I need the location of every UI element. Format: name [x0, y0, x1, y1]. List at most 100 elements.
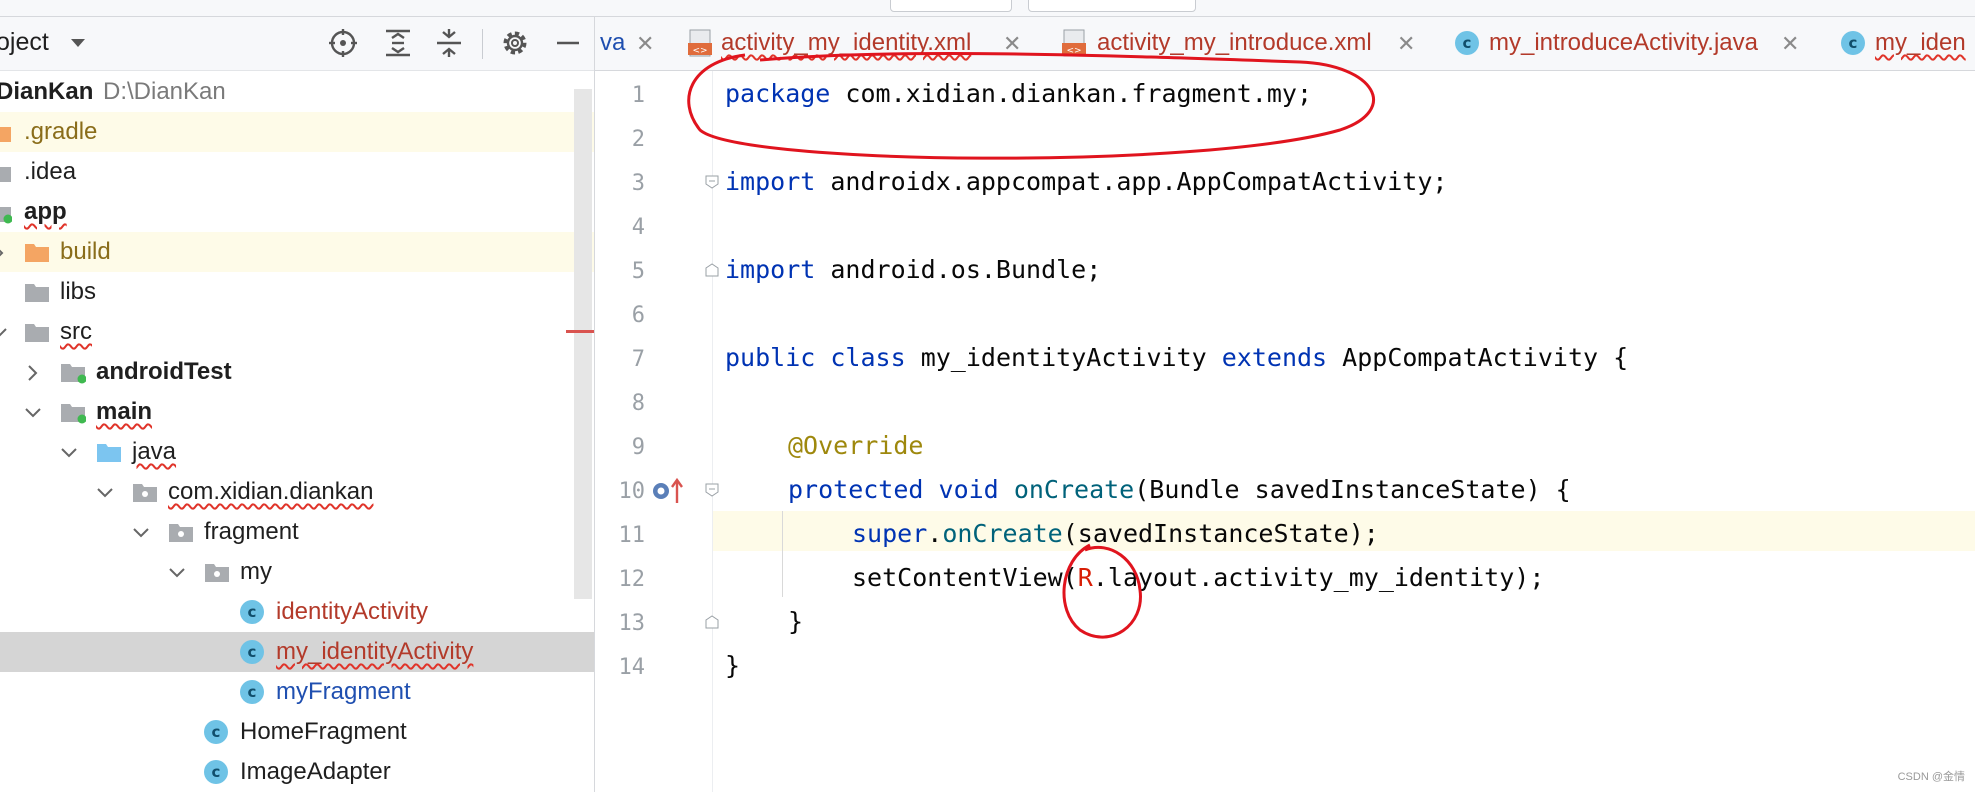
tree-item-my[interactable]: my: [0, 552, 594, 592]
tree-item-label: fragment: [204, 518, 299, 545]
indent-guide: [782, 511, 783, 597]
tree-item-package[interactable]: com.xidian.diankan: [0, 472, 594, 512]
code-line[interactable]: import androidx.appcompat.app.AppCompatA…: [725, 167, 1447, 196]
chevron-right-icon[interactable]: [24, 364, 42, 382]
root-name: DianKan: [0, 78, 94, 105]
toolbar-widget[interactable]: [890, 0, 1012, 12]
keyword: package: [725, 79, 831, 108]
chevron-down-icon[interactable]: [168, 564, 186, 582]
line-number: 7: [631, 347, 645, 372]
tree-item-label: .gradle: [24, 118, 98, 145]
tree-item-imageadapter[interactable]: c ImageAdapter: [0, 752, 594, 792]
code-line[interactable]: }: [725, 651, 740, 680]
tree-item-src[interactable]: src: [0, 312, 594, 352]
code-text: androidx.appcompat.app.AppCompatActivity…: [815, 167, 1448, 196]
code-line[interactable]: setContentView(R.layout.activity_my_iden…: [852, 563, 1544, 592]
chevron-down-icon[interactable]: [24, 404, 42, 422]
tree-item-gradle[interactable]: .gradle: [0, 112, 594, 152]
tab-java-partial[interactable]: va ✕: [600, 17, 660, 70]
package-icon: [133, 484, 157, 502]
code-line[interactable]: protected void onCreate(Bundle savedInst…: [788, 475, 1571, 504]
code-text: }: [725, 651, 741, 680]
code-text: setContentView(: [852, 563, 1078, 592]
code-line[interactable]: public class my_identityActivity extends…: [725, 343, 1628, 372]
tree-item-label: my: [240, 558, 272, 585]
tree-root[interactable]: DianKan D:\DianKan: [0, 72, 594, 112]
fold-marker-icon[interactable]: [705, 263, 719, 277]
method-name: onCreate: [942, 519, 1063, 548]
unresolved-r-reference: R: [1077, 563, 1093, 592]
project-panel-header: oject: [0, 17, 594, 71]
tab-activity-my-identity-xml[interactable]: <> activity_my_identity.xml ✕: [687, 17, 1057, 70]
fold-marker-icon[interactable]: [705, 175, 719, 189]
tree-item-label: ImageAdapter: [240, 758, 391, 785]
tab-activity-my-introduce-xml[interactable]: <> activity_my_introduce.xml ✕: [1061, 17, 1445, 70]
project-panel-title[interactable]: oject: [0, 28, 49, 57]
line-number: 12: [618, 567, 646, 592]
class-name: my_identityActivity: [920, 343, 1207, 372]
annotation: @Override: [788, 431, 924, 460]
tree-item-app[interactable]: app: [0, 192, 594, 232]
tree-item-fragment[interactable]: fragment: [0, 512, 594, 552]
code-line[interactable]: import android.os.Bundle;: [725, 255, 1101, 284]
keyword: void: [938, 475, 999, 504]
close-icon[interactable]: ✕: [1781, 31, 1799, 57]
folder-icon: [25, 284, 49, 302]
tab-label: activity_my_introduce.xml: [1097, 29, 1372, 56]
chevron-down-icon[interactable]: [0, 324, 8, 342]
tab-my-identityactivity-active[interactable]: c my_iden: [1827, 17, 1975, 70]
minimize-icon[interactable]: [553, 28, 583, 58]
override-method-icon[interactable]: [651, 477, 685, 505]
code-line[interactable]: super.onCreate(savedInstanceState);: [852, 519, 1379, 548]
line-number: 4: [631, 215, 645, 240]
tree-item-my-identityactivity[interactable]: c my_identityActivity: [0, 632, 594, 672]
code-text: android.os.Bundle;: [815, 255, 1102, 284]
chevron-down-icon[interactable]: [132, 524, 150, 542]
tree-item-label: androidTest: [96, 358, 232, 385]
keyword: class: [830, 343, 906, 372]
chevron-down-icon[interactable]: [70, 35, 86, 51]
tree-item-myfragment[interactable]: c myFragment: [0, 672, 594, 712]
line-number: 6: [631, 303, 645, 328]
tree-item-identityactivity[interactable]: c identityActivity: [0, 592, 594, 632]
tree-item-main[interactable]: main: [0, 392, 594, 432]
package-icon: [169, 524, 193, 542]
gear-icon[interactable]: [500, 28, 530, 58]
tree-item-java[interactable]: java: [0, 432, 594, 472]
code-editor[interactable]: 1 2 3 4 5 6 7 8 9 10 11 12 13 14 package…: [595, 71, 1975, 792]
chevron-right-icon[interactable]: [0, 244, 8, 262]
code-line[interactable]: package com.xidian.diankan.fragment.my;: [725, 79, 1312, 108]
code-line[interactable]: @Override: [788, 431, 923, 460]
tab-my-introduceactivity-java[interactable]: c my_introduceActivity.java ✕: [1455, 17, 1815, 70]
collapse-all-icon[interactable]: [434, 28, 464, 58]
project-scrollbar[interactable]: [574, 89, 592, 599]
tab-label: va: [600, 29, 626, 56]
svg-text:<>: <>: [1066, 46, 1081, 56]
code-text: (savedInstanceState);: [1062, 519, 1379, 548]
chevron-down-icon[interactable]: [96, 484, 114, 502]
editor-tabs: va ✕ <> activity_my_identity.xml ✕ <> ac…: [595, 17, 1975, 71]
code-text: .layout.activity_my_identity);: [1092, 563, 1545, 592]
locate-icon[interactable]: [328, 28, 358, 58]
tree-item-homefragment[interactable]: c HomeFragment: [0, 712, 594, 752]
fold-marker-icon[interactable]: [705, 483, 719, 497]
line-number: 9: [631, 435, 645, 460]
close-icon[interactable]: ✕: [636, 31, 654, 57]
tree-item-idea[interactable]: .idea: [0, 152, 594, 192]
tree-item-build[interactable]: build: [0, 232, 594, 272]
tab-label: my_iden: [1875, 29, 1966, 56]
tree-item-label: HomeFragment: [240, 718, 407, 745]
tree-item-libs[interactable]: libs: [0, 272, 594, 312]
tree-item-androidtest[interactable]: androidTest: [0, 352, 594, 392]
svg-text:<>: <>: [692, 46, 707, 56]
toolbar-widget[interactable]: [1028, 0, 1196, 12]
close-icon[interactable]: ✕: [1397, 31, 1415, 57]
chevron-down-icon[interactable]: [60, 444, 78, 462]
tree-item-label: main: [96, 398, 153, 425]
fold-marker-icon[interactable]: [705, 615, 719, 629]
code-line[interactable]: }: [788, 607, 803, 636]
line-number: 2: [631, 127, 645, 152]
close-icon[interactable]: ✕: [1003, 31, 1021, 57]
folder-icon: [25, 244, 49, 262]
expand-all-icon[interactable]: [383, 28, 413, 58]
